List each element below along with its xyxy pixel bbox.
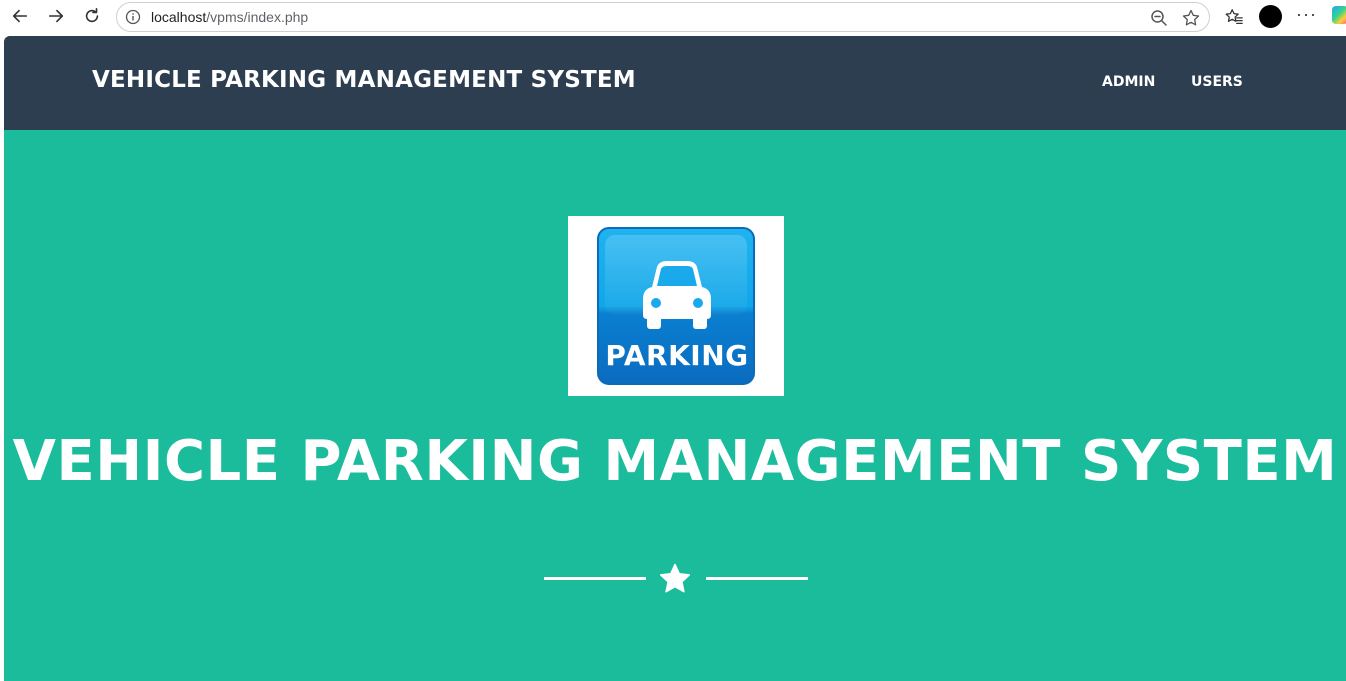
car-icon (643, 261, 711, 329)
zoom-out-icon[interactable] (1149, 8, 1169, 28)
star-icon (659, 563, 691, 593)
url-text[interactable]: localhost/vpms/index.php (151, 9, 308, 25)
profile-avatar[interactable] (1259, 5, 1282, 28)
back-arrow-icon[interactable] (6, 4, 34, 28)
parking-logo-text: PARKING (605, 339, 749, 372)
favorites-icon[interactable] (1223, 6, 1245, 28)
url-host: localhost (151, 9, 207, 25)
address-bar[interactable]: localhost/vpms/index.php (116, 2, 1210, 32)
nav-link-admin[interactable]: ADMIN (1102, 74, 1155, 90)
url-path: /vpms/index.php (206, 9, 309, 25)
top-navbar: VEHICLE PARKING MANAGEMENT SYSTEM ADMIN … (4, 36, 1346, 130)
copilot-icon[interactable] (1332, 6, 1346, 24)
forward-arrow-icon[interactable] (42, 4, 70, 28)
nav-link-users[interactable]: USERS (1191, 74, 1243, 90)
browser-toolbar: localhost/vpms/index.php ··· (0, 0, 1346, 36)
star-bookmark-icon[interactable] (1181, 8, 1201, 28)
info-icon[interactable] (125, 9, 141, 25)
divider-line-right (706, 577, 808, 580)
parking-logo: PARKING (568, 216, 784, 396)
more-icon[interactable]: ··· (1296, 4, 1317, 25)
page-content: VEHICLE PARKING MANAGEMENT SYSTEM ADMIN … (4, 36, 1346, 681)
hero-title: VEHICLE PARKING MANAGEMENT SYSTEM (12, 429, 1338, 494)
parking-tile: PARKING (597, 227, 755, 385)
divider-line-left (544, 577, 646, 580)
navbar-brand[interactable]: VEHICLE PARKING MANAGEMENT SYSTEM (92, 67, 636, 93)
reload-icon[interactable] (78, 4, 106, 28)
